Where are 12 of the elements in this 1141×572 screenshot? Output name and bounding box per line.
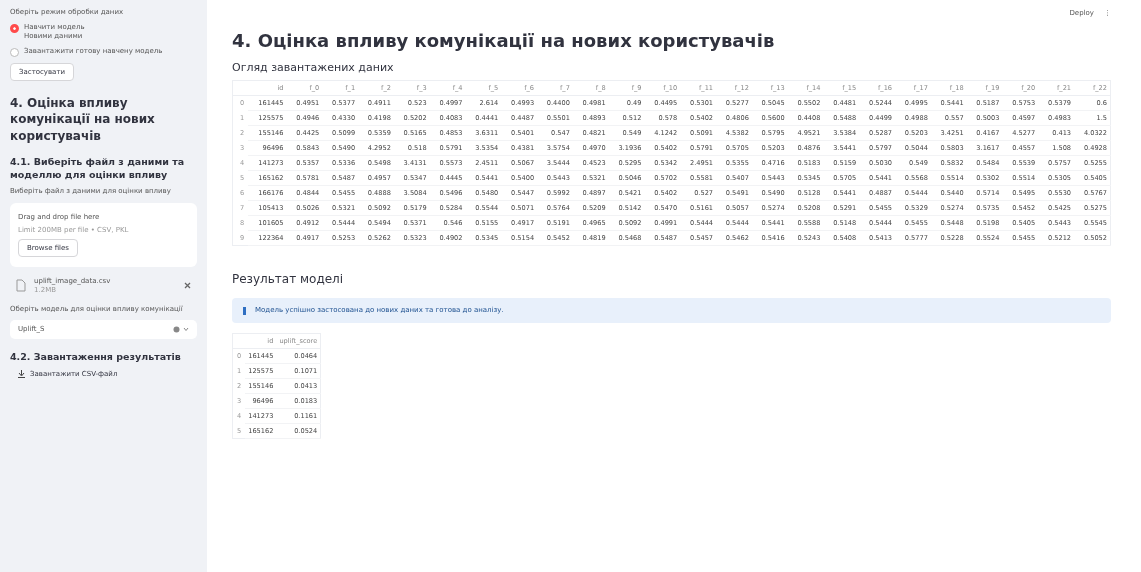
radio-button[interactable]	[10, 48, 19, 58]
radio-button[interactable]	[10, 24, 19, 34]
section-heading: Результат моделі	[232, 272, 345, 286]
sidebar-heading: 4. Оцінка впливу комунікації на нових користувачів	[10, 95, 156, 144]
file-icon	[16, 279, 26, 293]
page-title: 4. Оцінка впливу комунікації на нових користувачів	[232, 30, 776, 51]
section-heading: Огляд завантажених даних	[232, 61, 395, 74]
info-icon	[242, 306, 247, 315]
section-heading: 4.2. Завантаження результатів	[10, 351, 182, 364]
section-heading: 4.1. Виберіть файл з даними та моделлю для оцінки впливу	[10, 155, 186, 182]
download-icon	[18, 369, 25, 378]
close-icon[interactable]	[184, 282, 191, 290]
